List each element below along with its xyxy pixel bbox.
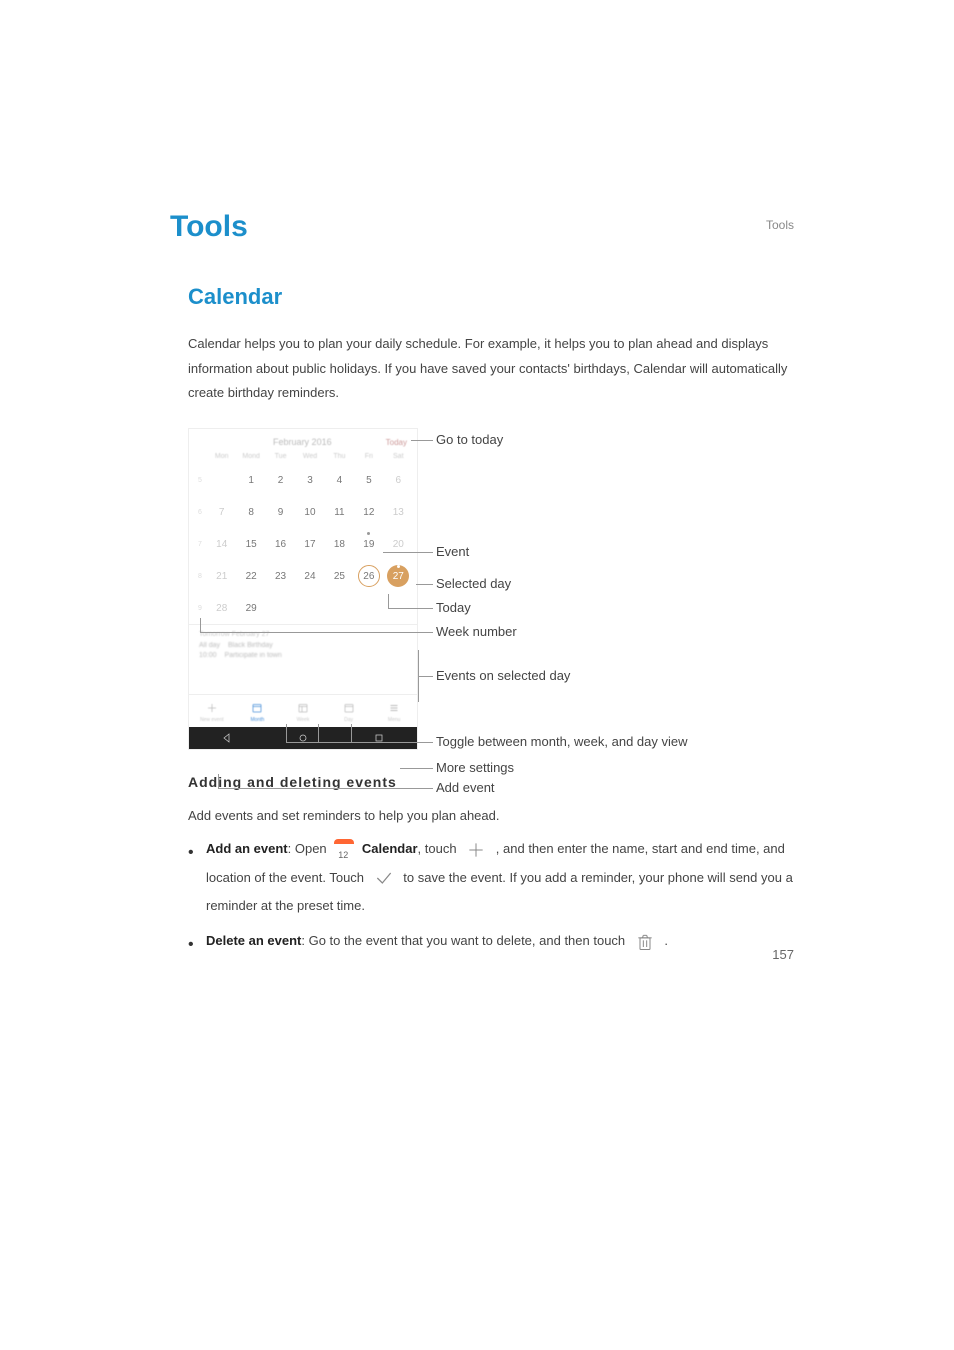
- chapter-title: Tools: [170, 210, 804, 244]
- callout-event: Event: [436, 544, 469, 559]
- callout-events: Events on selected day: [436, 668, 570, 683]
- back-icon[interactable]: [220, 731, 234, 745]
- running-header: Tools: [766, 218, 794, 232]
- bullet-delete-event: Delete an event: Go to the event that yo…: [188, 927, 804, 956]
- calendar-figure: February 2016 Today MonMondTueWedThuFriS…: [188, 428, 788, 750]
- today-cell[interactable]: 27: [384, 560, 413, 592]
- month-icon: [250, 701, 264, 715]
- section-title: Calendar: [170, 284, 804, 310]
- tab-week[interactable]: Week: [280, 701, 326, 723]
- menu-icon: [387, 701, 401, 715]
- tab-new-event[interactable]: New event: [189, 701, 235, 723]
- tab-menu[interactable]: Menu: [371, 701, 417, 723]
- callout-add: Add event: [436, 780, 495, 795]
- plus-icon: [462, 835, 490, 864]
- bottom-tabs: New event Month Week Day Menu: [189, 694, 417, 727]
- callout-today-cell: Today: [436, 600, 471, 615]
- android-navbar: [189, 727, 417, 749]
- day-of-week-row: MonMondTueWedThuFriSat: [189, 451, 417, 464]
- callout-weeknum: Week number: [436, 624, 517, 639]
- month-title: February 2016: [219, 437, 386, 447]
- day-icon: [342, 701, 356, 715]
- calendar-grid[interactable]: 5 1 2 3 4 5 6 6 7 8 9 10 11 12 13 7 14 1…: [189, 464, 417, 624]
- sub-intro: Add events and set reminders to help you…: [170, 804, 804, 829]
- callout-today: Go to today: [436, 432, 503, 447]
- callout-selected: Selected day: [436, 576, 511, 591]
- page-number: 157: [772, 947, 794, 962]
- today-link[interactable]: Today: [386, 438, 407, 447]
- callout-toggle: Toggle between month, week, and day view: [436, 734, 688, 749]
- events-list: Tomorrow February 27 All dayBlack Birthd…: [189, 624, 417, 694]
- tab-day[interactable]: Day: [326, 701, 372, 723]
- trash-icon: [631, 927, 659, 956]
- tab-month[interactable]: Month: [235, 701, 281, 723]
- calendar-app-icon: [334, 839, 354, 859]
- selected-day-cell[interactable]: 26: [354, 560, 383, 592]
- bullet-add-event: Add an event: Open Calendar, touch , and…: [188, 835, 804, 921]
- intro-paragraph: Calendar helps you to plan your daily sc…: [170, 332, 804, 406]
- plus-icon: [205, 701, 219, 715]
- phone-screenshot: February 2016 Today MonMondTueWedThuFriS…: [188, 428, 418, 750]
- week-icon: [296, 701, 310, 715]
- check-icon: [370, 864, 398, 893]
- callout-settings: More settings: [436, 760, 514, 775]
